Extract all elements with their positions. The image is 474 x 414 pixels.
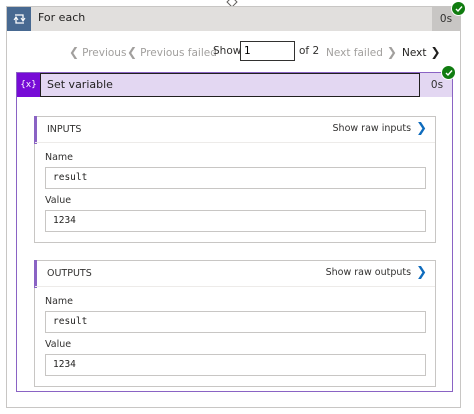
set-variable-card[interactable]: {x} Set variable 0s INPUTS Show raw inpu…	[16, 72, 453, 392]
foreach-header[interactable]: For each 0s	[7, 7, 460, 31]
loop-icon	[7, 7, 31, 31]
chevron-left-icon: ❮	[127, 45, 138, 59]
name-field[interactable]: result	[45, 311, 426, 333]
variable-icon: {x}	[17, 73, 40, 97]
set-variable-header[interactable]: {x} Set variable 0s	[17, 73, 452, 97]
next-button[interactable]: Next ❯	[402, 45, 444, 59]
chevron-left-icon: ❮	[69, 45, 80, 59]
show-label: Show	[213, 45, 242, 57]
outputs-panel: OUTPUTS Show raw outputs ❯ Name result V…	[34, 260, 436, 387]
name-label: Name	[45, 296, 74, 307]
success-check-icon	[451, 1, 466, 16]
previous-failed-button[interactable]: ❮ Previous failed	[127, 45, 217, 59]
value-field[interactable]: 1234	[45, 210, 426, 232]
next-failed-button[interactable]: Next failed ❯	[326, 45, 400, 59]
page-total: of 2	[299, 45, 320, 57]
show-raw-outputs-link[interactable]: Show raw outputs ❯	[326, 266, 427, 279]
chevron-right-icon: ❯	[430, 45, 441, 59]
chevron-right-icon: ❯	[416, 121, 427, 136]
value-label: Value	[45, 195, 72, 206]
page-number-input[interactable]	[240, 41, 295, 61]
outputs-header: OUTPUTS Show raw outputs ❯	[35, 261, 435, 287]
chevron-right-icon: ❯	[386, 45, 397, 59]
name-field[interactable]: result	[45, 167, 426, 189]
show-raw-inputs-link[interactable]: Show raw inputs ❯	[333, 122, 427, 135]
previous-button[interactable]: ❮ Previous	[69, 45, 126, 59]
set-variable-title-box[interactable]: Set variable	[40, 73, 420, 97]
foreach-title: For each	[38, 11, 86, 24]
set-variable-title: Set variable	[47, 78, 113, 91]
name-label: Name	[45, 152, 74, 163]
foreach-card[interactable]: For each 0s ❮ Previous ❮ Previous failed S…	[6, 6, 461, 408]
success-check-icon	[441, 65, 456, 80]
inputs-header: INPUTS Show raw inputs ❯	[35, 117, 435, 143]
outputs-title: OUTPUTS	[47, 268, 92, 279]
chevron-right-icon: ❯	[416, 265, 427, 280]
value-label: Value	[45, 339, 72, 350]
inputs-title: INPUTS	[47, 124, 82, 135]
value-field[interactable]: 1234	[45, 354, 426, 376]
inputs-panel: INPUTS Show raw inputs ❯ Name result Val…	[34, 116, 436, 243]
iteration-pager: ❮Previous ❮Previous failed Show of 2 Nex…	[7, 41, 460, 65]
